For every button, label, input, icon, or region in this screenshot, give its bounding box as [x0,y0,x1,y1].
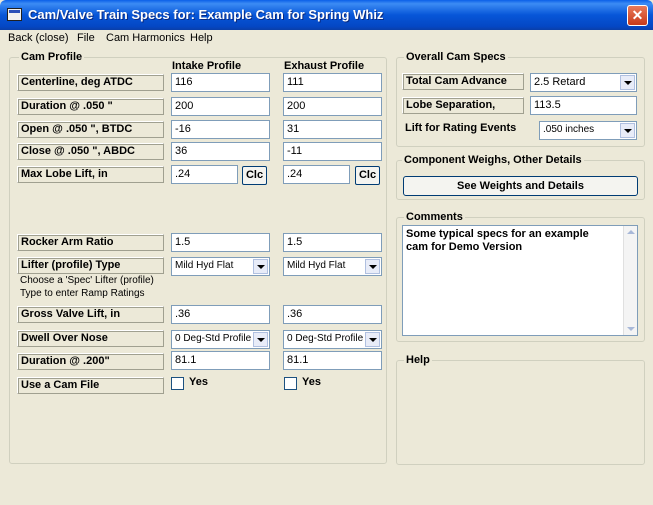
intake-open-input[interactable]: -16 [171,120,270,139]
chevron-down-icon[interactable] [253,259,268,274]
intake-lifter-select[interactable]: Mild Hyd Flat [171,257,270,276]
chevron-down-icon[interactable] [620,75,635,90]
title-bar: Cam/Valve Train Specs for: Example Cam f… [0,0,653,30]
exhaust-dwell-value: 0 Deg-Std Profile [287,333,364,344]
exhaust-header: Exhaust Profile [284,60,365,72]
close-button[interactable]: ✕ [627,5,648,26]
intake-gross-lift-input[interactable]: .36 [171,305,270,324]
close-label: Close @ .050 ", ABDC [17,143,164,160]
intake-max-lobe-lift-input[interactable]: .24 [171,165,238,184]
intake-duration-200-input[interactable]: 81.1 [171,351,270,370]
max-lobe-lift-label: Max Lobe Lift, in [17,166,164,183]
scroll-up-icon[interactable] [627,230,635,234]
exhaust-duration-200-input[interactable]: 81.1 [283,351,382,370]
exhaust-lifter-select[interactable]: Mild Hyd Flat [283,257,382,276]
intake-close-input[interactable]: 36 [171,142,270,161]
intake-lifter-value: Mild Hyd Flat [175,260,234,271]
menu-cam-harmonics[interactable]: Cam Harmonics [106,32,185,44]
lift-rating-label: Lift for Rating Events [405,122,517,134]
exhaust-max-lobe-lift-input[interactable]: .24 [283,165,350,184]
intake-cam-file-yes-label[interactable]: Yes [189,376,208,388]
exhaust-cam-file-checkbox[interactable] [284,377,297,390]
exhaust-calc-button[interactable]: Clc [355,166,380,185]
exhaust-lifter-value: Mild Hyd Flat [287,260,346,271]
menu-file[interactable]: File [77,32,95,44]
chevron-down-icon[interactable] [365,259,380,274]
menu-bar: Back (close) File Cam Harmonics Help [0,30,653,48]
open-label: Open @ .050 ", BTDC [17,121,164,138]
lobe-separation-label: Lobe Separation, [402,97,524,114]
see-weights-button[interactable]: See Weights and Details [403,176,638,196]
exhaust-centerline-input[interactable]: 111 [283,73,382,92]
component-title: Component Weighs, Other Details [402,154,584,166]
chevron-down-icon[interactable] [253,332,268,347]
intake-calc-button[interactable]: Clc [242,166,267,185]
intake-duration-input[interactable]: 200 [171,97,270,116]
lifter-note-ramp: Type to enter Ramp Ratings [20,288,145,299]
duration-200-label: Duration @ .200" [17,353,164,370]
intake-cam-file-checkbox[interactable] [171,377,184,390]
menu-help[interactable]: Help [190,32,213,44]
scroll-down-icon[interactable] [627,327,635,331]
overall-cam-specs-title: Overall Cam Specs [404,51,508,63]
intake-rocker-ratio-input[interactable]: 1.5 [171,233,270,252]
exhaust-dwell-select[interactable]: 0 Deg-Std Profile [283,330,382,349]
use-cam-file-label: Use a Cam File [17,377,164,394]
dwell-over-nose-label: Dwell Over Nose [17,330,164,347]
exhaust-gross-lift-input[interactable]: .36 [283,305,382,324]
gross-valve-lift-label: Gross Valve Lift, in [17,306,164,323]
comments-line-1: Some typical specs for an example [406,228,589,240]
duration-label: Duration @ .050 " [17,98,164,115]
help-title: Help [404,354,432,366]
chevron-down-icon[interactable] [620,123,635,138]
comments-scrollbar[interactable] [623,226,637,335]
help-group [396,360,645,465]
exhaust-duration-input[interactable]: 200 [283,97,382,116]
comments-title: Comments [404,211,465,223]
centerline-label: Centerline, deg ATDC [17,74,164,91]
exhaust-close-input[interactable]: -11 [283,142,382,161]
cam-advance-select[interactable]: 2.5 Retard [530,73,637,92]
intake-dwell-value: 0 Deg-Std Profile [175,333,252,344]
menu-back-close[interactable]: Back (close) [8,32,69,44]
intake-centerline-input[interactable]: 116 [171,73,270,92]
comments-line-2: cam for Demo Version [406,241,523,253]
lifter-type-label: Lifter (profile) Type [17,257,164,274]
cam-profile-title: Cam Profile [19,51,85,63]
exhaust-cam-file-yes-label[interactable]: Yes [302,376,321,388]
comments-textarea[interactable]: Some typical specs for an example cam fo… [402,225,638,336]
intake-header: Intake Profile [172,60,242,72]
chevron-down-icon[interactable] [365,332,380,347]
intake-dwell-select[interactable]: 0 Deg-Std Profile [171,330,270,349]
lobe-separation-input[interactable]: 113.5 [530,96,637,115]
cam-advance-value: 2.5 Retard [534,76,586,88]
lifter-note-spec: Choose a 'Spec' Lifter (profile) [20,275,154,286]
app-icon [7,8,22,21]
lift-rating-select[interactable]: .050 inches [539,121,637,140]
rocker-arm-ratio-label: Rocker Arm Ratio [17,234,164,251]
total-cam-advance-label: Total Cam Advance [402,73,524,90]
window-title: Cam/Valve Train Specs for: Example Cam f… [28,7,384,22]
lift-rating-value: .050 inches [543,124,595,135]
exhaust-rocker-ratio-input[interactable]: 1.5 [283,233,382,252]
exhaust-open-input[interactable]: 31 [283,120,382,139]
